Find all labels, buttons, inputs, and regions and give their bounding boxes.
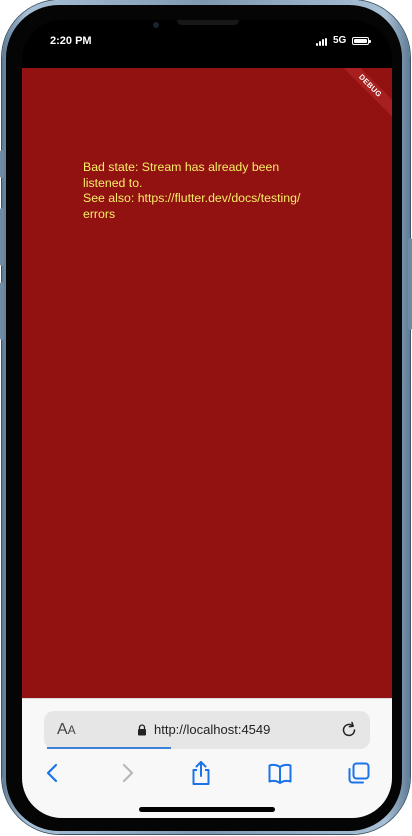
- share-icon[interactable]: [188, 760, 214, 786]
- browser-toolbar: AA http://localhost:4549: [22, 698, 392, 818]
- url-text[interactable]: http://localhost:4549: [154, 722, 270, 737]
- debug-banner: DEBUG: [330, 68, 392, 126]
- lock-icon: [138, 724, 146, 736]
- back-button[interactable]: [40, 760, 66, 786]
- address-bar[interactable]: AA http://localhost:4549: [44, 711, 370, 749]
- front-camera: [153, 22, 159, 28]
- volume-up-button: [0, 208, 4, 266]
- home-indicator[interactable]: [139, 807, 275, 812]
- page-load-progress: [47, 747, 171, 749]
- reload-icon[interactable]: [339, 720, 359, 740]
- signal-icon: [316, 38, 330, 46]
- text-size-button[interactable]: AA: [57, 721, 76, 739]
- status-bar: 2:20 PM 5G: [22, 20, 392, 68]
- status-time: 2:20 PM: [50, 35, 92, 47]
- mute-switch: [0, 150, 4, 178]
- battery-icon: [352, 37, 371, 45]
- speaker-grille: [177, 20, 239, 25]
- forward-button[interactable]: [114, 760, 140, 786]
- power-button: [408, 238, 412, 330]
- error-message: Bad state: Stream has already been liste…: [83, 160, 301, 221]
- bookmarks-icon[interactable]: [267, 760, 293, 786]
- screen: 2:20 PM 5G DEBUG Bad state: Stream has a…: [22, 20, 392, 818]
- tabs-icon[interactable]: [346, 760, 372, 786]
- network-type: 5G: [333, 35, 347, 46]
- flutter-error-screen: DEBUG Bad state: Stream has already been…: [22, 68, 392, 698]
- volume-down-button: [0, 282, 4, 340]
